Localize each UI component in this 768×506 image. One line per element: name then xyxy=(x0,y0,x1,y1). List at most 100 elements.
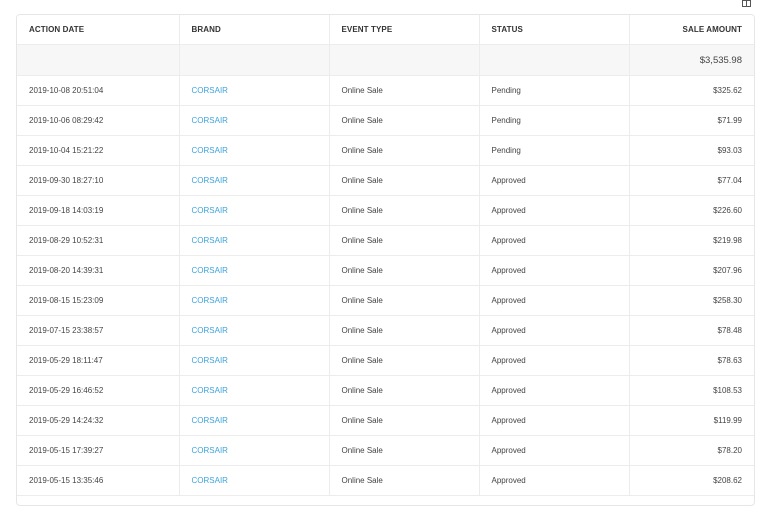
action-date-cell: 2019-05-29 14:24:32 xyxy=(17,405,180,436)
total-sale-amount: $3,535.98 xyxy=(629,44,754,76)
column-header-status[interactable]: STATUS xyxy=(479,15,630,45)
table-row: 2019-05-29 16:46:52 CORSAIR Online Sale App… xyxy=(17,375,754,406)
sale-amount-cell: $93.03 xyxy=(629,135,754,166)
brand-link[interactable]: CORSAIR xyxy=(192,86,228,95)
column-header-brand[interactable]: BRAND xyxy=(179,15,330,45)
sale-amount-cell: $78.63 xyxy=(629,345,754,376)
table-header-row: ACTION DATE BRAND EVENT TYPE STATUS SALE… xyxy=(17,15,754,45)
sales-table-card: ACTION DATE BRAND EVENT TYPE STATUS SALE… xyxy=(16,14,755,506)
status-cell: Approved xyxy=(479,255,630,286)
brand-link[interactable]: CORSAIR xyxy=(192,176,228,185)
sale-amount-cell: $325.62 xyxy=(629,75,754,106)
status-cell: Approved xyxy=(479,315,630,346)
table-row: 2019-05-15 17:39:27 CORSAIR Online Sale App… xyxy=(17,435,754,466)
event-type-cell: Online Sale xyxy=(329,315,480,346)
table-row: 2019-07-15 23:38:57 CORSAIR Online Sale App… xyxy=(17,315,754,346)
brand-cell: CORSAIR xyxy=(179,375,330,406)
sale-amount-cell: $78.20 xyxy=(629,435,754,466)
brand-cell: CORSAIR xyxy=(179,285,330,316)
brand-cell: CORSAIR xyxy=(179,105,330,136)
status-cell: Approved xyxy=(479,405,630,436)
brand-link[interactable]: CORSAIR xyxy=(192,296,228,305)
brand-link[interactable]: CORSAIR xyxy=(192,416,228,425)
sale-amount-cell: $208.62 xyxy=(629,465,754,496)
brand-link[interactable]: CORSAIR xyxy=(192,386,228,395)
table-row: 2019-10-08 20:51:04 CORSAIR Online Sale Pen… xyxy=(17,75,754,106)
brand-cell: CORSAIR xyxy=(179,255,330,286)
table-row: 2019-10-06 08:29:42 CORSAIR Online Sale Pen… xyxy=(17,105,754,136)
status-cell: Pending xyxy=(479,75,630,106)
brand-link[interactable]: CORSAIR xyxy=(192,356,228,365)
brand-cell: CORSAIR xyxy=(179,225,330,256)
total-cell-empty xyxy=(179,44,330,76)
event-type-cell: Online Sale xyxy=(329,465,480,496)
total-cell-empty xyxy=(17,44,180,76)
brand-link[interactable]: CORSAIR xyxy=(192,116,228,125)
brand-link[interactable]: CORSAIR xyxy=(192,146,228,155)
action-date-cell: 2019-10-04 15:21:22 xyxy=(17,135,180,166)
event-type-cell: Online Sale xyxy=(329,405,480,436)
sale-amount-cell: $226.60 xyxy=(629,195,754,226)
brand-cell: CORSAIR xyxy=(179,405,330,436)
table-row: 2019-05-29 14:24:32 CORSAIR Online Sale App… xyxy=(17,405,754,436)
action-date-cell: 2019-09-30 18:27:10 xyxy=(17,165,180,196)
brand-link[interactable]: CORSAIR xyxy=(192,476,228,485)
brand-cell: CORSAIR xyxy=(179,345,330,376)
brand-link[interactable]: CORSAIR xyxy=(192,266,228,275)
table-row: 2019-05-15 13:35:46 CORSAIR Online Sale App… xyxy=(17,465,754,496)
brand-cell: CORSAIR xyxy=(179,435,330,466)
status-cell: Approved xyxy=(479,225,630,256)
brand-cell: CORSAIR xyxy=(179,315,330,346)
brand-link[interactable]: CORSAIR xyxy=(192,236,228,245)
event-type-cell: Online Sale xyxy=(329,435,480,466)
table-row: 2019-10-04 15:21:22 CORSAIR Online Sale Pen… xyxy=(17,135,754,166)
action-date-cell: 2019-10-08 20:51:04 xyxy=(17,75,180,106)
table-row: 2019-05-29 18:11:47 CORSAIR Online Sale App… xyxy=(17,345,754,376)
status-cell: Pending xyxy=(479,105,630,136)
total-row: $3,535.98 xyxy=(17,44,754,76)
brand-cell: CORSAIR xyxy=(179,165,330,196)
table-row: 2019-09-18 14:03:19 CORSAIR Online Sale App… xyxy=(17,195,754,226)
action-date-cell: 2019-07-15 23:38:57 xyxy=(17,315,180,346)
action-date-cell: 2019-05-15 17:39:27 xyxy=(17,435,180,466)
action-date-cell: 2019-09-18 14:03:19 xyxy=(17,195,180,226)
columns-icon[interactable] xyxy=(742,0,751,7)
sale-amount-cell: $207.96 xyxy=(629,255,754,286)
sale-amount-cell: $119.99 xyxy=(629,405,754,436)
column-header-event-type[interactable]: EVENT TYPE xyxy=(329,15,480,45)
brand-cell: CORSAIR xyxy=(179,75,330,106)
sale-amount-cell: $108.53 xyxy=(629,375,754,406)
event-type-cell: Online Sale xyxy=(329,225,480,256)
table-row: 2019-09-30 18:27:10 CORSAIR Online Sale App… xyxy=(17,165,754,196)
action-date-cell: 2019-05-29 18:11:47 xyxy=(17,345,180,376)
brand-link[interactable]: CORSAIR xyxy=(192,446,228,455)
status-cell: Approved xyxy=(479,465,630,496)
column-header-sale-amount[interactable]: SALE AMOUNT xyxy=(629,15,754,45)
sale-amount-cell: $78.48 xyxy=(629,315,754,346)
event-type-cell: Online Sale xyxy=(329,135,480,166)
table-row: 2019-08-29 10:52:31 CORSAIR Online Sale App… xyxy=(17,225,754,256)
event-type-cell: Online Sale xyxy=(329,255,480,286)
total-cell-empty xyxy=(479,44,630,76)
brand-cell: CORSAIR xyxy=(179,195,330,226)
status-cell: Approved xyxy=(479,345,630,376)
event-type-cell: Online Sale xyxy=(329,75,480,106)
action-date-cell: 2019-08-20 14:39:31 xyxy=(17,255,180,286)
brand-link[interactable]: CORSAIR xyxy=(192,206,228,215)
event-type-cell: Online Sale xyxy=(329,195,480,226)
status-cell: Approved xyxy=(479,435,630,466)
sales-table: ACTION DATE BRAND EVENT TYPE STATUS SALE… xyxy=(17,15,754,496)
event-type-cell: Online Sale xyxy=(329,375,480,406)
event-type-cell: Online Sale xyxy=(329,165,480,196)
sale-amount-cell: $71.99 xyxy=(629,105,754,136)
table-row: 2019-08-15 15:23:09 CORSAIR Online Sale App… xyxy=(17,285,754,316)
brand-cell: CORSAIR xyxy=(179,465,330,496)
sale-amount-cell: $77.04 xyxy=(629,165,754,196)
brand-link[interactable]: CORSAIR xyxy=(192,326,228,335)
column-header-action-date[interactable]: ACTION DATE xyxy=(17,15,180,45)
status-cell: Approved xyxy=(479,165,630,196)
table-row: 2019-08-20 14:39:31 CORSAIR Online Sale App… xyxy=(17,255,754,286)
action-date-cell: 2019-08-15 15:23:09 xyxy=(17,285,180,316)
status-cell: Approved xyxy=(479,195,630,226)
sale-amount-cell: $258.30 xyxy=(629,285,754,316)
